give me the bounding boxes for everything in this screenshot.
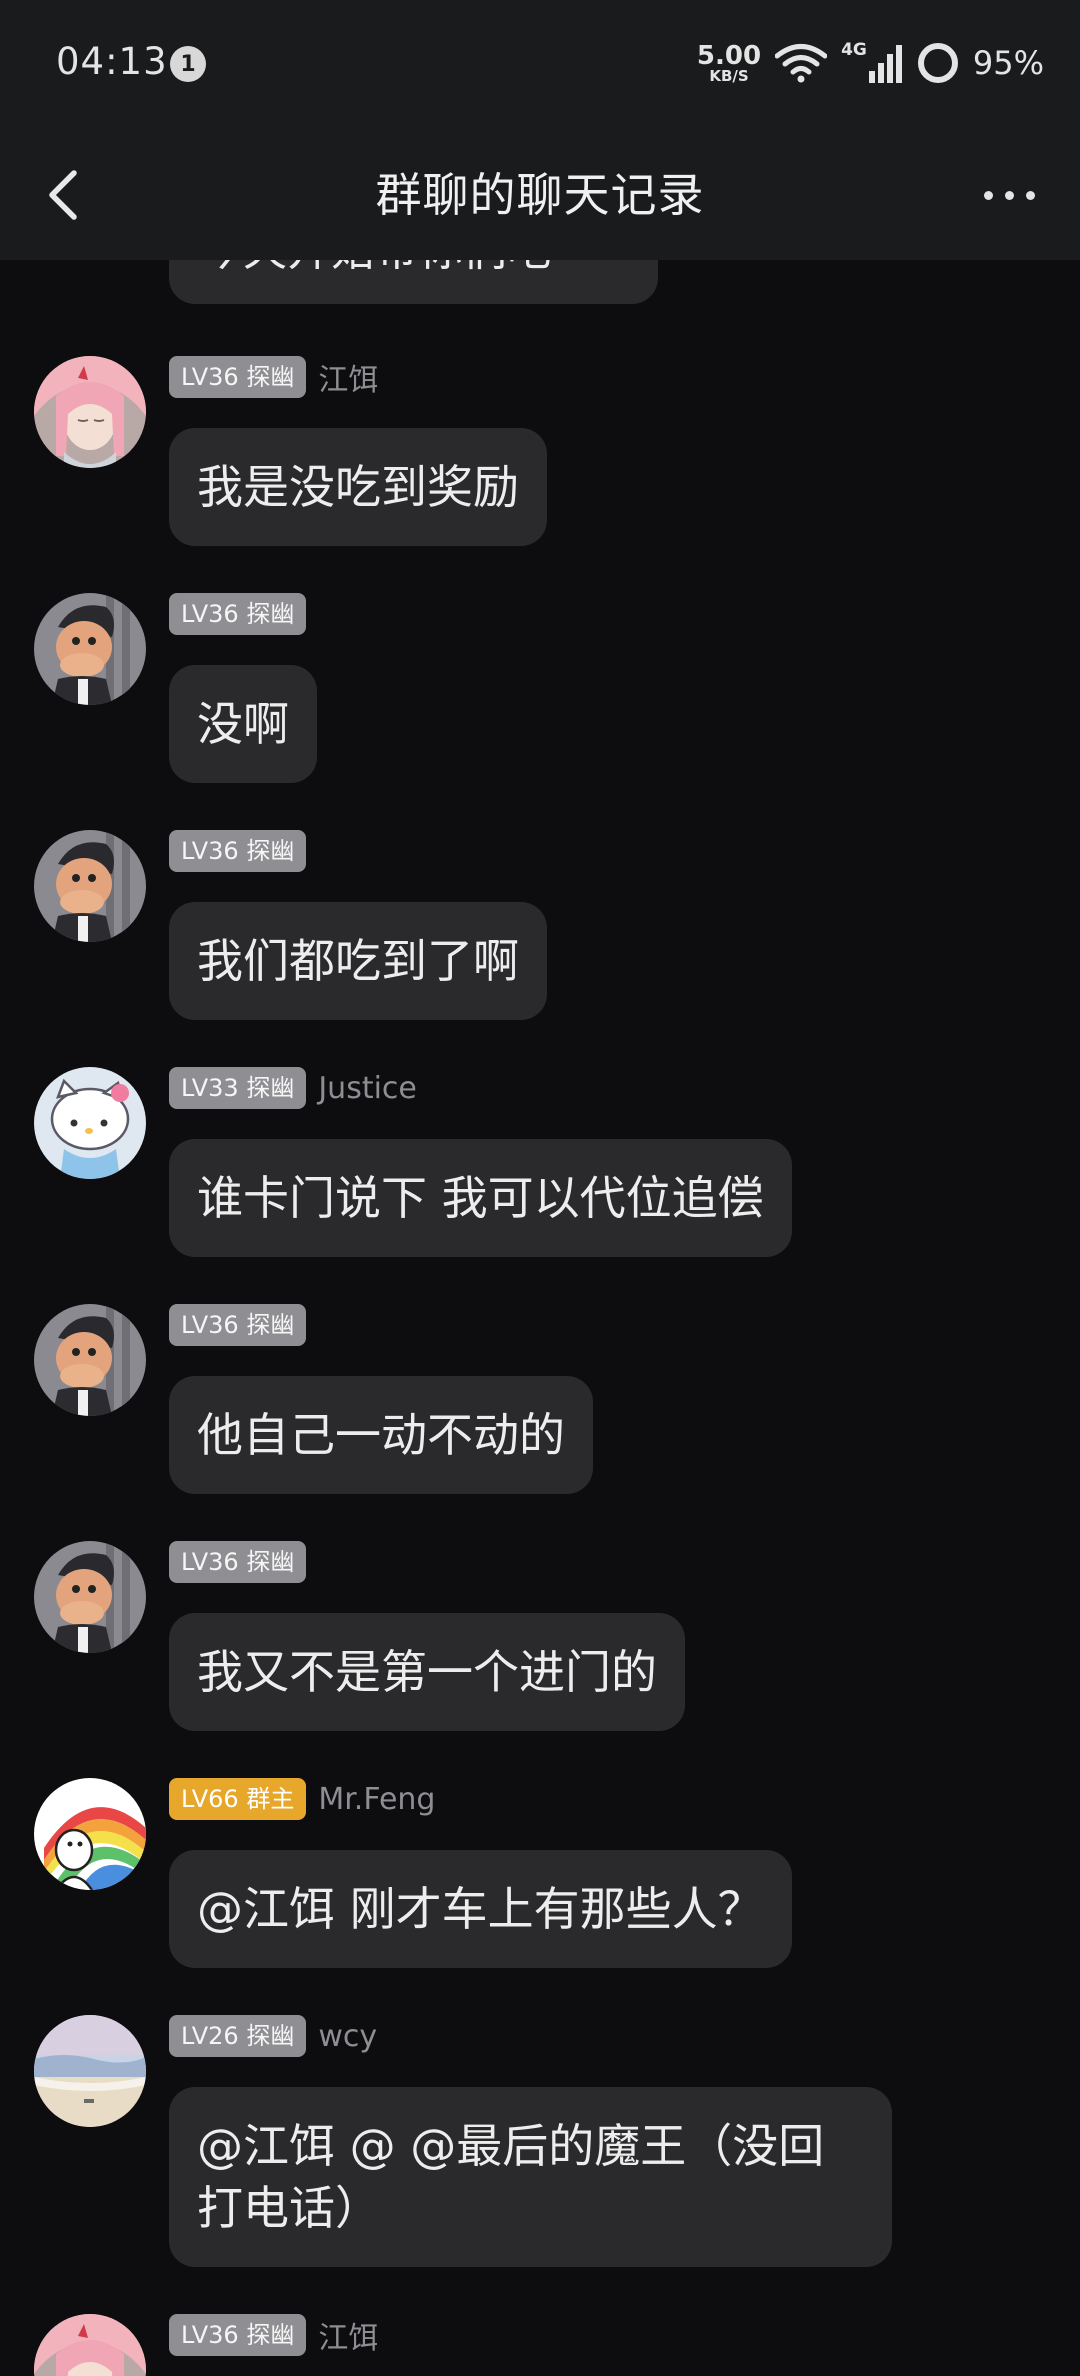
avatar[interactable] <box>34 1067 146 1179</box>
message-bubble[interactable]: 我们都吃到了啊 <box>169 902 547 1020</box>
avatar[interactable] <box>34 1541 146 1653</box>
avatar[interactable] <box>34 1778 146 1890</box>
message-meta: LV33 探幽 Justice <box>169 1067 417 1109</box>
avatar[interactable] <box>34 830 146 942</box>
net-speed: 5.00 KB/S <box>697 43 761 84</box>
back-button[interactable] <box>30 155 110 235</box>
message-meta: LV36 探幽 <box>169 830 307 872</box>
avatar[interactable] <box>34 356 146 468</box>
nickname[interactable]: Mr.Feng <box>318 1782 435 1817</box>
level-badge: LV36 探幽 <box>169 356 307 398</box>
wifi-icon <box>775 44 828 83</box>
level-badge: LV36 探幽 <box>169 2314 307 2356</box>
message-bubble[interactable]: 我是没吃到奖励 <box>169 428 547 546</box>
message-meta: LV36 探幽 江饵 <box>169 2314 378 2356</box>
message-bubble[interactable]: 他自己一动不动的 <box>169 1376 593 1494</box>
message-bubble[interactable]: @江饵 刚才车上有那些人？ <box>169 1850 792 1968</box>
message-text: 今天开始带你们吧 <box>199 260 551 278</box>
chevron-left-icon <box>49 170 77 220</box>
avatar[interactable] <box>34 593 146 705</box>
more-dot <box>1004 190 1014 200</box>
message-meta: LV66 群主 Mr.Feng <box>169 1778 435 1820</box>
notification-count-badge: 1 <box>170 46 206 82</box>
message-bubble[interactable]: 谁卡门说下 我可以代位追偿 <box>169 1139 792 1257</box>
partial-message-bubble[interactable]: 今天开始带你们吧 <box>169 260 658 304</box>
message-bubble[interactable]: 没啊 <box>169 665 317 783</box>
nickname[interactable]: 江饵 <box>318 355 378 399</box>
avatar[interactable] <box>34 2314 146 2376</box>
level-badge: LV33 探幽 <box>169 1067 307 1109</box>
status-right-group: 5.00 KB/S 4G 95% <box>697 38 1044 88</box>
chat-list[interactable]: 今天开始带你们吧 LV36 探幽 江饵 我是没吃到奖励 <box>0 260 1080 2376</box>
level-badge: LV36 探幽 <box>169 1304 307 1346</box>
status-time: 04:13 <box>56 40 168 83</box>
message-meta: LV36 探幽 <box>169 1304 307 1346</box>
level-badge: LV36 探幽 <box>169 830 307 872</box>
owner-level-badge: LV66 群主 <box>169 1778 307 1820</box>
more-dot <box>1025 190 1035 200</box>
more-dot <box>983 190 993 200</box>
level-badge: LV36 探幽 <box>169 1541 307 1583</box>
network-type: 4G <box>841 40 867 60</box>
nickname[interactable]: wcy <box>318 2019 377 2054</box>
nickname[interactable]: 江饵 <box>318 2313 378 2357</box>
net-speed-value: 5.00 <box>696 40 762 71</box>
status-bar: 04:13 1 5.00 KB/S 4G 95% <box>0 0 1080 130</box>
message-meta: LV36 探幽 江饵 <box>169 356 378 398</box>
app-header: 群聊的聊天记录 <box>0 130 1080 260</box>
message-meta: LV36 探幽 <box>169 593 307 635</box>
battery-percent: 95% <box>972 44 1044 82</box>
level-badge: LV26 探幽 <box>169 2015 307 2057</box>
message-bubble[interactable]: @江饵 @ @最后的魔王（没回打电话） <box>169 2087 892 2267</box>
battery-ring-icon <box>917 43 958 83</box>
page-title: 群聊的聊天记录 <box>375 168 705 222</box>
avatar[interactable] <box>34 2015 146 2127</box>
level-badge: LV36 探幽 <box>169 593 307 635</box>
more-options-button[interactable] <box>964 160 1054 230</box>
message-bubble[interactable]: 我又不是第一个进门的 <box>169 1613 685 1731</box>
net-speed-unit: KB/S <box>709 66 749 85</box>
message-meta: LV26 探幽 wcy <box>169 2015 377 2057</box>
avatar[interactable] <box>34 1304 146 1416</box>
nickname[interactable]: Justice <box>318 1071 417 1106</box>
cellular-signal-icon <box>868 45 902 83</box>
message-meta: LV36 探幽 <box>169 1541 307 1583</box>
